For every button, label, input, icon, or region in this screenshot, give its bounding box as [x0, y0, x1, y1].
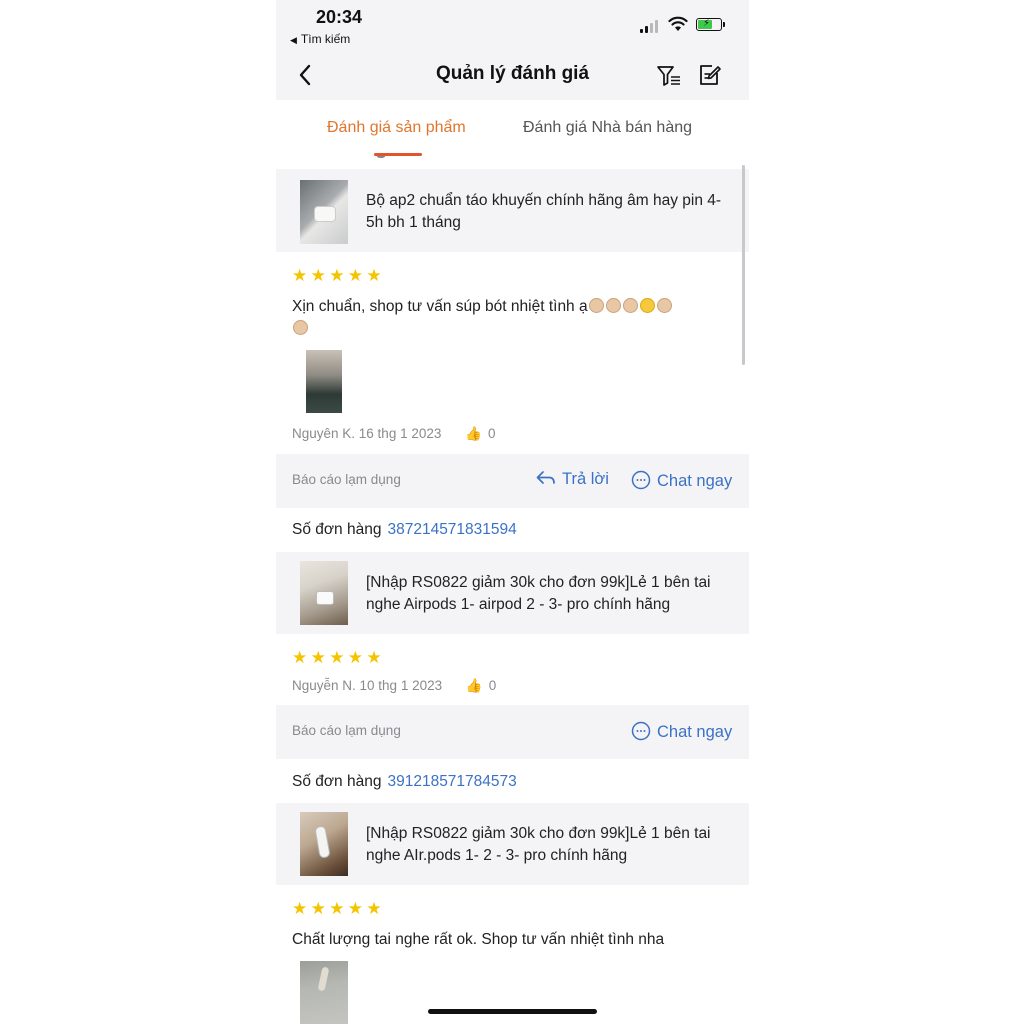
- review-product-card[interactable]: Bộ ap2 chuẩn táo khuyến chính hãng âm ha…: [276, 169, 749, 252]
- like-count: 0: [488, 678, 497, 693]
- star-icon: ★: [347, 648, 364, 667]
- order-number-label: Số đơn hàng: [292, 773, 382, 790]
- order-number-label: Số đơn hàng: [292, 521, 382, 538]
- tab-product-reviews[interactable]: Đánh giá sản phẩm: [327, 119, 466, 137]
- active-tab-indicator: [374, 153, 422, 156]
- product-thumbnail[interactable]: [300, 561, 348, 625]
- battery-icon: ⚡: [696, 18, 725, 31]
- star-icon: ★: [310, 266, 326, 285]
- chat-bubble-icon: [631, 721, 651, 741]
- star-icon: ★: [292, 648, 308, 667]
- star-icon: ★: [329, 899, 345, 918]
- review-author-date: Nguyên K. 16 thg 1 2023: [292, 426, 442, 441]
- wifi-icon: [668, 16, 688, 31]
- reply-arrow-icon: [536, 471, 555, 484]
- star-icon: ★: [310, 899, 326, 918]
- star-icon: ★: [310, 648, 326, 667]
- product-thumbnail[interactable]: [300, 180, 348, 244]
- star-icon: ★: [366, 266, 382, 285]
- edit-icon[interactable]: [698, 63, 722, 87]
- review-photo[interactable]: [300, 961, 348, 1024]
- reply-button[interactable]: Trả lời: [536, 470, 609, 489]
- status-bar: 20:34 ◀ Tìm kiếm ⚡: [276, 0, 749, 50]
- chat-now-button[interactable]: Chat ngay: [631, 721, 732, 742]
- product-name: [Nhập RS0822 giảm 30k cho đơn 99k]Lẻ 1 b…: [366, 825, 711, 864]
- cellular-signal-icon: [640, 19, 662, 33]
- review-product-card[interactable]: [Nhập RS0822 giảm 30k cho đơn 99k]Lẻ 1 b…: [276, 552, 749, 634]
- like-button[interactable]: 👍 0: [466, 678, 496, 694]
- order-number-row: Số đơn hàng 391218571784573: [292, 773, 517, 791]
- review-text: Chất lượng tai nghe rất ok. Shop tư vấn …: [292, 931, 665, 948]
- review-text-content: Xịn chuẩn, shop tư vấn súp bót nhiệt tìn…: [292, 298, 588, 315]
- rating-stars: ★ ★ ★ ★ ★: [292, 899, 385, 918]
- back-to-app-link[interactable]: ◀ Tìm kiếm: [290, 32, 350, 46]
- review-product-card[interactable]: [Nhập RS0822 giảm 30k cho đơn 99k]Lẻ 1 b…: [276, 803, 749, 885]
- rating-stars: ★ ★ ★ ★ ★: [292, 266, 385, 285]
- nav-bar: Quản lý đánh giá: [276, 50, 749, 100]
- star-icon: ★: [292, 899, 308, 918]
- hushed-face-emoji-icon: [639, 298, 655, 313]
- chat-bubble-icon: [631, 470, 651, 490]
- star-icon: ★: [366, 648, 382, 667]
- ok-hand-emoji-icon: [605, 298, 621, 313]
- tab-seller-reviews[interactable]: Đánh giá Nhà bán hàng: [523, 119, 692, 137]
- filter-icon[interactable]: [656, 64, 682, 88]
- star-icon: ★: [366, 899, 382, 918]
- order-number-link[interactable]: 387214571831594: [387, 521, 516, 538]
- review-text: Xịn chuẩn, shop tư vấn súp bót nhiệt tìn…: [292, 296, 729, 340]
- thumbs-up-icon: 👍: [465, 678, 483, 693]
- ok-hand-emoji-icon: [293, 320, 308, 335]
- star-icon: ★: [347, 266, 364, 285]
- star-icon: ★: [347, 899, 364, 918]
- phone-screen: 20:34 ◀ Tìm kiếm ⚡ Quản lý đánh giá Đánh…: [276, 0, 749, 1024]
- review-action-bar: Báo cáo lạm dụng Trả lời Chat ngay: [276, 454, 749, 508]
- product-name: Bộ ap2 chuẩn táo khuyến chính hãng âm ha…: [366, 192, 722, 231]
- back-triangle-icon: ◀: [290, 35, 297, 45]
- review-meta: Nguyên K. 16 thg 1 2023 👍 0: [292, 426, 495, 442]
- report-abuse-button[interactable]: Báo cáo lạm dụng: [292, 472, 401, 487]
- order-number-link[interactable]: 391218571784573: [387, 773, 516, 790]
- star-icon: ★: [329, 648, 345, 667]
- star-icon: ★: [329, 266, 345, 285]
- ok-hand-emoji-icon: [656, 298, 672, 313]
- scrollbar[interactable]: [742, 165, 745, 365]
- chat-now-label: Chat ngay: [657, 472, 733, 490]
- back-app-label: Tìm kiếm: [300, 32, 351, 46]
- order-number-row: Số đơn hàng 387214571831594: [292, 521, 517, 539]
- like-count: 0: [487, 426, 496, 441]
- review-photo[interactable]: [306, 350, 342, 413]
- review-meta: Nguyễn N. 10 thg 1 2023 👍 0: [292, 678, 496, 694]
- thumbs-up-icon: 👍: [465, 426, 482, 441]
- review-action-bar: Báo cáo lạm dụng Chat ngay: [276, 705, 749, 759]
- home-indicator[interactable]: [428, 1009, 597, 1014]
- tab-bar: Đánh giá sản phẩm Đánh giá Nhà bán hàng: [276, 100, 749, 158]
- rating-stars: ★ ★ ★ ★ ★: [292, 648, 385, 667]
- chat-now-button[interactable]: Chat ngay: [631, 470, 732, 491]
- report-abuse-button[interactable]: Báo cáo lạm dụng: [292, 723, 401, 738]
- review-author-date: Nguyễn N. 10 thg 1 2023: [292, 678, 443, 693]
- reply-label: Trả lời: [562, 470, 609, 488]
- ok-hand-emoji-icon: [588, 298, 604, 313]
- ok-hand-emoji-icon: [622, 298, 638, 313]
- star-icon: ★: [292, 266, 308, 285]
- like-button[interactable]: 👍 0: [465, 426, 495, 442]
- status-time: 20:34: [316, 7, 363, 27]
- product-name: [Nhập RS0822 giảm 30k cho đơn 99k]Lẻ 1 b…: [366, 574, 711, 613]
- product-thumbnail[interactable]: [300, 812, 348, 876]
- chat-now-label: Chat ngay: [657, 723, 733, 741]
